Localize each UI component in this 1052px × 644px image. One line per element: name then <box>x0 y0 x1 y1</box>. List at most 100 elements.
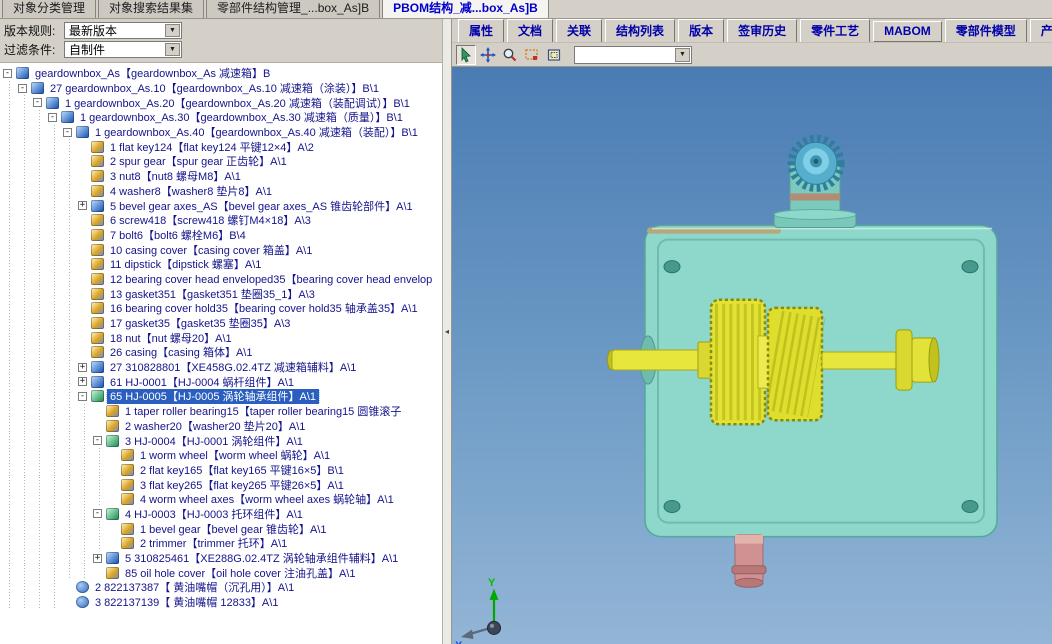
collapse-icon[interactable]: - <box>48 113 57 122</box>
zoom-window-icon <box>524 47 540 63</box>
tree-node[interactable]: +5 310825461【XE288G.02.4TZ 涡轮轴承组件辅料】A\1 <box>2 551 442 566</box>
tree-node[interactable]: 2 822137387【 黄油嘴帽（沉孔用）】A\1 <box>2 580 442 595</box>
tree-node[interactable]: 11 dipstick【dipstick 螺塞】A\1 <box>2 257 442 272</box>
tree-node[interactable]: 4 washer8【washer8 垫片8】A\1 <box>2 184 442 199</box>
tree-node[interactable]: 1 taper roller bearing15【taper roller be… <box>2 404 442 419</box>
tree-indent-guide <box>92 448 107 463</box>
tree-leaf-spacer <box>78 260 87 269</box>
tree-node[interactable]: 7 bolt6【bolt6 螺栓M6】B\4 <box>2 228 442 243</box>
collapse-icon[interactable]: - <box>18 84 27 93</box>
detail-tab-bar: 属性文档关联结构列表版本签审历史零件工艺MABOM零部件模型产品模型 <box>452 19 1052 43</box>
collapse-icon[interactable]: - <box>93 436 102 445</box>
detail-tab[interactable]: 零部件模型 <box>945 19 1027 43</box>
detail-tab[interactable]: 文档 <box>507 19 553 43</box>
tree-node[interactable]: -1 geardownbox_As.30【geardownbox_As.30 减… <box>2 110 442 125</box>
tree-node[interactable]: -4 HJ-0003【HJ-0003 托环组件】A\1 <box>2 507 442 522</box>
expand-icon[interactable]: + <box>78 363 87 372</box>
pan-button[interactable] <box>478 45 498 65</box>
tree-indent-guide <box>17 139 32 154</box>
collapse-icon[interactable]: - <box>78 392 87 401</box>
tree-indent-guide <box>32 433 47 448</box>
tree-node[interactable]: +5 bevel gear axes_AS【bevel gear axes_AS… <box>2 198 442 213</box>
filter-condition-select[interactable]: 自制件 ▼ <box>64 41 182 58</box>
tree-indent-guide <box>47 272 62 287</box>
tree-node[interactable]: 3 flat key265【flat key265 平键26×5】A\1 <box>2 477 442 492</box>
tree-node[interactable]: 1 bevel gear【bevel gear 锥齿轮】A\1 <box>2 521 442 536</box>
bom-tree[interactable]: -geardownbox_As【geardownbox_As 减速箱】B-27 … <box>0 63 442 644</box>
tree-node[interactable]: 2 washer20【washer20 垫片20】A\1 <box>2 419 442 434</box>
tree-node[interactable]: 2 trimmer【trimmer 托环】A\1 <box>2 536 442 551</box>
zoom-button[interactable] <box>500 45 520 65</box>
tree-node-label: 1 flat key124【flat key124 平键12×4】A\2 <box>107 139 317 154</box>
tree-node[interactable]: +27 310828801【XE458G.02.4TZ 减速箱辅料】A\1 <box>2 360 442 375</box>
window-tab[interactable]: PBOM结构_减...box_As]B <box>382 0 549 18</box>
tree-indent-guide <box>17 521 32 536</box>
tree-leaf-spacer <box>93 421 102 430</box>
tree-node[interactable]: 2 flat key165【flat key165 平键16×5】B\1 <box>2 463 442 478</box>
detail-tab[interactable]: 签审历史 <box>727 19 797 43</box>
tree-node[interactable]: 3 nut8【nut8 螺母M8】A\1 <box>2 169 442 184</box>
detail-tab[interactable]: 产品模型 <box>1030 19 1052 43</box>
tree-node[interactable]: 18 nut【nut 螺母20】A\1 <box>2 330 442 345</box>
detail-tab[interactable]: 关联 <box>556 19 602 43</box>
tree-node[interactable]: 1 worm wheel【worm wheel 蜗轮】A\1 <box>2 448 442 463</box>
view-preset-select[interactable]: ▼ <box>574 46 692 64</box>
expand-icon[interactable]: + <box>93 554 102 563</box>
tree-indent-guide <box>32 139 47 154</box>
collapse-icon[interactable]: - <box>93 509 102 518</box>
tree-node[interactable]: 16 bearing cover hold35【bearing cover ho… <box>2 301 442 316</box>
tree-node[interactable]: 17 gasket35【gasket35 垫圈35】A\3 <box>2 316 442 331</box>
collapse-icon[interactable]: - <box>3 69 12 78</box>
tree-node[interactable]: 2 spur gear【spur gear 正齿轮】A\1 <box>2 154 442 169</box>
tree-node[interactable]: 12 bearing cover head enveloped35【bearin… <box>2 272 442 287</box>
asm-blue-node-icon <box>16 67 29 79</box>
window-tab[interactable]: 零部件结构管理_...box_As]B <box>206 0 380 18</box>
tree-node[interactable]: 3 822137139【 黄油嘴帽 12833】A\1 <box>2 595 442 610</box>
tree-node[interactable]: -1 geardownbox_As.40【geardownbox_As.40 减… <box>2 125 442 140</box>
detail-tab[interactable]: 零件工艺 <box>800 19 870 43</box>
tree-node[interactable]: 4 worm wheel axes【worm wheel axes 蜗轮轴】A\… <box>2 492 442 507</box>
asm-blue-node-icon <box>91 376 104 388</box>
detail-tab[interactable]: 属性 <box>458 19 504 43</box>
select-cursor-button[interactable] <box>456 45 476 65</box>
tree-node[interactable]: 1 flat key124【flat key124 平键12×4】A\2 <box>2 139 442 154</box>
bom-tree-panel: 版本规则: 最新版本 ▼ 过滤条件: 自制件 ▼ -geardownbox_As… <box>0 19 443 644</box>
tree-node[interactable]: -27 geardownbox_As.10【geardownbox_As.10 … <box>2 81 442 96</box>
detail-tab[interactable]: 版本 <box>678 19 724 43</box>
3d-viewport[interactable]: Y X <box>452 67 1052 644</box>
chevron-down-icon[interactable]: ▼ <box>675 48 690 62</box>
bottom-shaft[interactable] <box>732 535 766 588</box>
version-rule-select[interactable]: 最新版本 ▼ <box>64 22 182 39</box>
tree-node[interactable]: 13 gasket351【gasket351 垫圈35_1】A\3 <box>2 286 442 301</box>
expand-icon[interactable]: + <box>78 201 87 210</box>
chevron-down-icon[interactable]: ▼ <box>165 24 180 37</box>
window-tab[interactable]: 对象分类管理 <box>2 0 96 18</box>
detail-tab[interactable]: MABOM <box>873 21 942 42</box>
tree-node[interactable]: -1 geardownbox_As.20【geardownbox_As.20 减… <box>2 95 442 110</box>
panel-splitter[interactable]: ◂ <box>443 19 452 644</box>
tree-node[interactable]: +61 HJ-0001【HJ-0004 蜗杆组件】A\1 <box>2 374 442 389</box>
detail-tab[interactable]: 结构列表 <box>605 19 675 43</box>
chevron-down-icon[interactable]: ▼ <box>165 43 180 56</box>
tree-leaf-spacer <box>63 598 72 607</box>
expand-icon[interactable]: + <box>78 377 87 386</box>
tree-node[interactable]: -65 HJ-0005【HJ-0005 涡轮轴承组件】A\1 <box>2 389 442 404</box>
tree-node[interactable]: -geardownbox_As【geardownbox_As 减速箱】B <box>2 66 442 81</box>
tree-node[interactable]: -3 HJ-0004【HJ-0001 涡轮组件】A\1 <box>2 433 442 448</box>
window-tab[interactable]: 对象搜索结果集 <box>98 0 204 18</box>
tree-node[interactable]: 6 screw418【screw418 螺钉M4×18】A\3 <box>2 213 442 228</box>
tree-leaf-spacer <box>63 583 72 592</box>
tree-indent-guide <box>17 316 32 331</box>
tree-leaf-spacer <box>108 465 117 474</box>
tree-node[interactable]: 26 casing【casing 箱体】A\1 <box>2 345 442 360</box>
tree-node[interactable]: 10 casing cover【casing cover 箱盖】A\1 <box>2 242 442 257</box>
tree-node[interactable]: 85 oil hole cover【oil hole cover 注油孔盖】A\… <box>2 565 442 580</box>
tree-indent-guide <box>92 521 107 536</box>
tree-node-label: 11 dipstick【dipstick 螺塞】A\1 <box>107 257 264 272</box>
collapse-icon[interactable]: - <box>33 98 42 107</box>
zoom-window-button[interactable] <box>522 45 542 65</box>
collapse-icon[interactable]: - <box>63 128 72 137</box>
part-node-icon <box>91 332 104 344</box>
tree-indent-guide <box>17 169 32 184</box>
fit-view-button[interactable] <box>544 45 564 65</box>
